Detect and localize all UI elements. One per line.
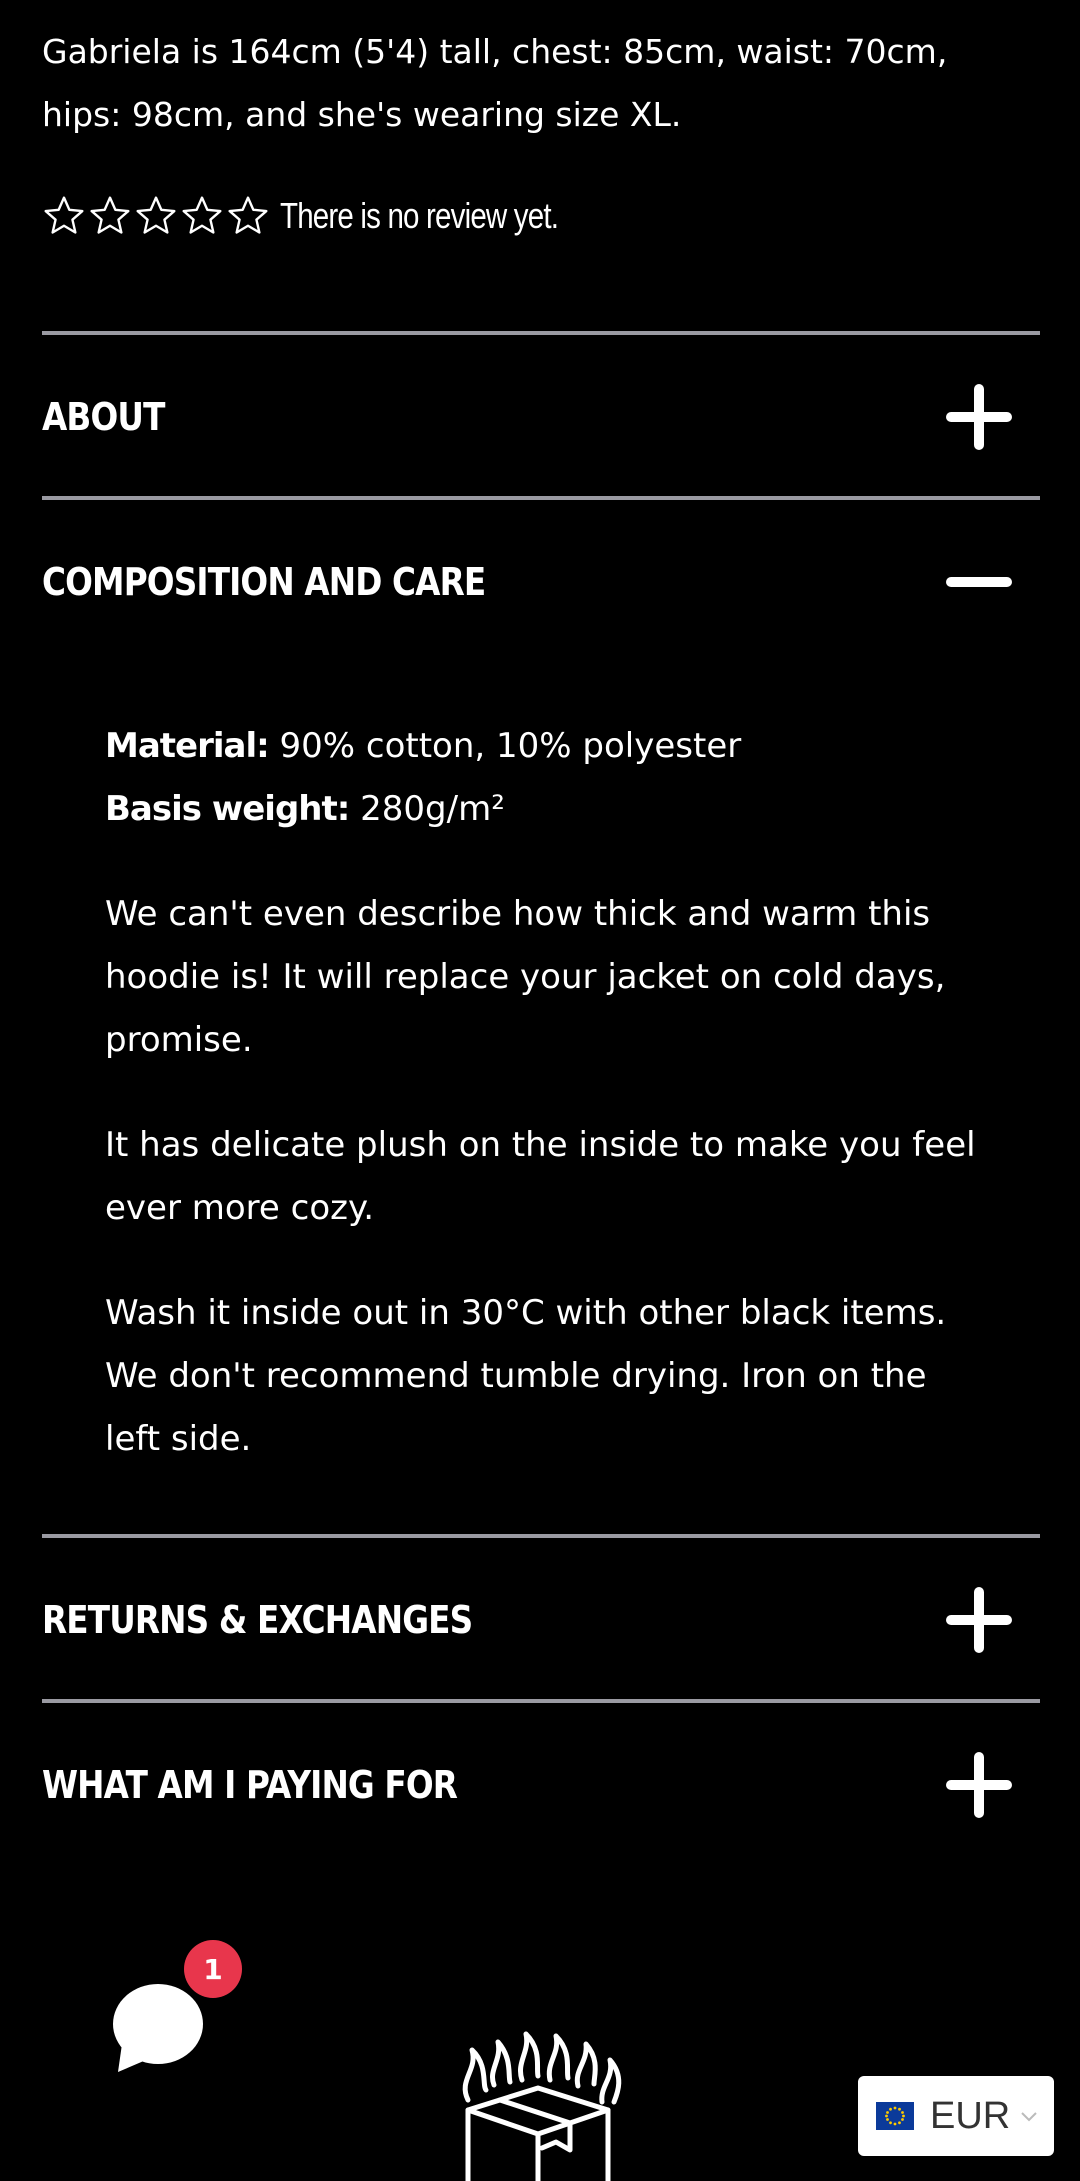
eu-flag-icon	[876, 2102, 914, 2130]
star-empty-icon	[182, 196, 222, 234]
divider	[42, 331, 1040, 335]
review-summary[interactable]: There is no review yet.	[42, 188, 619, 244]
product-details-page: Gabriela is 164cm (5'4) tall, chest: 85c…	[0, 0, 1080, 2181]
divider	[42, 1534, 1040, 1538]
accordion-title: ABOUT	[42, 395, 165, 439]
material-value: 90% cotton, 10% polyester	[268, 726, 742, 766]
no-review-text: There is no review yet.	[280, 195, 559, 236]
chat-bubble-icon[interactable]	[112, 1982, 204, 2074]
star-empty-icon	[136, 196, 176, 234]
accordion-what-am-i-paying-for[interactable]: WHAT AM I PAYING FOR	[42, 1705, 1040, 1865]
star-empty-icon	[228, 196, 268, 234]
model-size-info: Gabriela is 164cm (5'4) tall, chest: 85c…	[42, 32, 948, 134]
divider	[42, 1699, 1040, 1703]
material-label: Material:	[105, 726, 270, 766]
accordion-title: WHAT AM I PAYING FOR	[42, 1763, 458, 1807]
accordion-about[interactable]: ABOUT	[42, 337, 1040, 497]
composition-care-content: Material: 90% cotton, 10% polyester Basi…	[105, 715, 985, 1471]
plus-icon[interactable]	[946, 1752, 1012, 1818]
accordion-returns-exchanges[interactable]: RETURNS & EXCHANGES	[42, 1540, 1040, 1700]
star-empty-icon	[44, 196, 84, 234]
accordion-composition-care[interactable]: COMPOSITION AND CARE	[42, 502, 1040, 662]
chevron-down-icon	[1021, 2112, 1037, 2122]
currency-code: EUR	[930, 2094, 1011, 2137]
accordion-title: RETURNS & EXCHANGES	[42, 1598, 473, 1642]
divider	[42, 496, 1040, 500]
care-instructions: Wash it inside out in 30°C with other bl…	[105, 1293, 947, 1459]
star-empty-icon	[90, 196, 130, 234]
plus-icon[interactable]	[946, 384, 1012, 450]
burning-box-logo	[462, 2031, 622, 2181]
material-line: Material: 90% cotton, 10% polyester	[105, 715, 985, 778]
plus-icon[interactable]	[946, 1587, 1012, 1653]
description-paragraph: We can't even describe how thick and war…	[105, 894, 946, 1060]
minus-icon[interactable]	[946, 549, 1012, 615]
accordion-title: COMPOSITION AND CARE	[42, 560, 486, 604]
description-paragraph: It has delicate plush on the inside to m…	[105, 1125, 976, 1228]
weight-label: Basis weight:	[105, 789, 350, 829]
rating-stars	[42, 194, 270, 238]
weight-value: 280g/m²	[349, 789, 505, 829]
notification-badge: 1	[184, 1940, 242, 1998]
currency-selector[interactable]: EUR	[858, 2076, 1054, 2156]
weight-line: Basis weight: 280g/m²	[105, 778, 985, 841]
